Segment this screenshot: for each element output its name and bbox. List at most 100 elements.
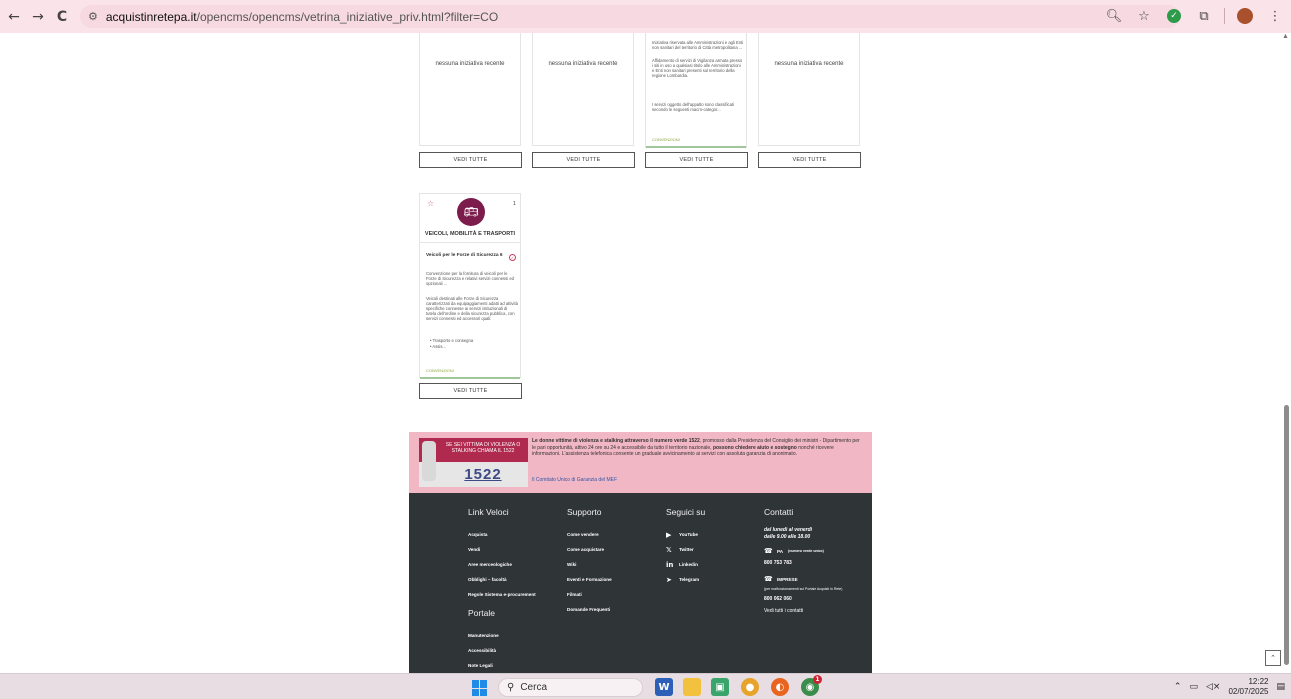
footer-link[interactable]: Acquista [468,527,536,542]
clock-date: 02/07/2025 [1228,687,1269,696]
chrome-profile-icon[interactable]: ◉ 1 [801,675,822,696]
phone-icon: ☎ [764,575,773,583]
footer-link[interactable]: Come acquistare [567,542,612,557]
file-explorer-icon[interactable] [683,678,701,696]
scroll-thumb[interactable] [1284,405,1289,665]
extension-shield-icon[interactable]: ✓ [1164,6,1184,26]
chrome-icon[interactable]: ● [741,678,759,696]
forward-icon[interactable]: → [28,7,48,27]
footer-heading: Seguici su [666,507,706,517]
category-card-veicoli: ☆ 1 🚌︎ VEICOLI, MOBILITÀ E TRASPORTI Vei… [419,193,521,379]
footer-link[interactable]: Wiki [567,557,612,572]
footer-link[interactable]: Accessibilità [468,643,536,658]
footer-heading: Portale [468,608,495,618]
notification-badge: 1 [813,675,822,684]
social-label: Twitter [679,547,694,552]
browser-toolbar: ← → C ⚙ acquistinretepa.it/opencms/openc… [0,0,1291,33]
initiative-count: 1 [513,201,516,207]
windows-start-icon[interactable] [472,680,488,696]
footer-link[interactable]: Come vendere [567,527,612,542]
footer-link[interactable]: Regole Sistema e-procurement [468,587,536,602]
footer-link[interactable]: Vendi [468,542,536,557]
cug-mef-link[interactable]: Il Comitato Unico di Garanzia del MEF [532,477,617,483]
extensions-puzzle-icon[interactable]: ⧉ [1194,6,1214,26]
photos-icon[interactable]: ▣ [711,678,729,696]
page-scrollbar[interactable]: ▲ [1281,33,1291,673]
card-bottom-accent [420,377,520,379]
vedi-tutte-button[interactable]: VEDI TUTTE [532,152,635,168]
vedi-tutte-button[interactable]: VEDI TUTTE [419,152,522,168]
initiative-title[interactable]: Veicoli per le Forze di Sicurezza 6 [426,253,503,258]
helpline-image[interactable]: SE SEI VITTIMA DI VIOLENZA O STALKING CH… [419,438,528,487]
helpline-description: Le donne vittime di violenza e stalking … [532,438,862,458]
system-tray: ⌃ ▭ ◁× 12:22 02/07/2025 ▤ [1174,677,1285,697]
initiative-card-2: nessuna iniziativa recente [532,33,634,146]
social-label: Linkedin [679,562,698,567]
clock-time: 12:22 [1248,677,1269,686]
volume-icon[interactable]: ◁× [1206,682,1220,692]
imprese-label: IMPRESE [777,576,798,582]
footer-heading: Contatti [764,507,794,517]
pa-note: (numero verde unico) [788,549,824,553]
back-icon[interactable]: ← [4,7,24,27]
taskbar-search[interactable]: ⚲ Cerca [498,678,643,697]
social-link-youtube[interactable]: ▶ YouTube [666,527,705,542]
initiative-card-3[interactable]: Iniziativa riservata alle Amministrazion… [645,33,747,148]
social-link-twitter[interactable]: 𝕏 Twitter [666,542,705,557]
footer-link[interactable]: Obblighi – facoltà [468,572,536,587]
card-bottom-accent [646,146,746,148]
divider [420,242,520,243]
address-bar[interactable]: ⚙ acquistinretepa.it/opencms/opencms/vet… [80,5,1180,28]
card-description: Iniziativa riservata alle Amministrazion… [652,40,744,51]
scroll-up-arrow-icon[interactable]: ▲ [1282,33,1289,40]
vedi-tutte-button[interactable]: VEDI TUTTE [758,152,861,168]
pa-phone[interactable]: 800 753 783 [764,560,864,566]
url-path: /opencms/opencms/vetrina_iniziative_priv… [196,9,499,24]
vedi-tutte-button[interactable]: VEDI TUTTE [645,152,748,168]
footer-link[interactable]: Aree merceologiche [468,557,536,572]
footer-heading: Supporto [567,507,602,517]
pa-contact: ☎ PA (numero verde unico) [764,546,864,556]
bullet-item: • Assis... [430,344,446,349]
empty-state-text: nessuna iniziativa recente [774,61,844,67]
linkedin-icon: in [666,560,674,569]
bullet-item: • Trasporto e consegna [430,338,474,343]
helpline-text-bold: Le donne vittime di violenza e stalking … [532,438,700,444]
bullet-text: Assis... [432,344,446,349]
vedi-tutte-button[interactable]: VEDI TUTTE [419,383,522,399]
word-icon[interactable]: W [655,678,673,696]
check-circle-icon: ✓ [509,254,516,261]
zoom-icon[interactable]: 🔍︎ [1104,6,1124,26]
footer-link[interactable]: Domande Frequenti [567,602,612,617]
footer-link[interactable]: Manutenzione [468,628,536,643]
social-label: YouTube [679,532,698,537]
profile-avatar[interactable] [1235,6,1255,26]
bookmark-star-icon[interactable]: ☆ [1134,6,1154,26]
initiative-card-4: nessuna iniziativa recente [758,33,860,146]
card-description: Veicoli destinati alle Forze di Sicurezz… [426,296,518,322]
violence-helpline-banner: SE SEI VITTIMA DI VIOLENZA O STALKING CH… [409,432,872,493]
category-title: VEICOLI, MOBILITÀ E TRASPORTI [424,231,516,237]
imprese-phone[interactable]: 800 062 060 [764,596,864,602]
network-icon[interactable]: ▭ [1189,682,1198,692]
footer-link[interactable]: Filmati [567,587,612,602]
social-link-linkedin[interactable]: in Linkedin [666,557,705,572]
notifications-icon[interactable]: ▤ [1276,682,1285,692]
social-link-telegram[interactable]: ➤ Telegram [666,572,705,587]
favorite-star-icon[interactable]: ☆ [427,199,434,208]
footer-link[interactable]: Eventi e Formazione [567,572,612,587]
toolbar-divider [1224,8,1225,24]
menu-kebab-icon[interactable]: ⋮ [1265,6,1285,26]
tray-chevron-icon[interactable]: ⌃ [1174,682,1182,692]
helpline-number: 1522 [464,466,502,483]
firefox-icon[interactable]: ◐ [771,678,789,696]
site-info-icon[interactable]: ⚙ [88,10,98,23]
back-to-top-button[interactable]: ⌃ [1265,650,1281,666]
footer-link[interactable]: Note Legali [468,658,536,673]
clock[interactable]: 12:22 02/07/2025 [1228,677,1268,697]
all-contacts-link[interactable]: Vedi tutti i contatti [764,608,864,614]
windows-taskbar: ⚲ Cerca W ▣ ● ◐ ◉ 1 ⌃ ▭ ◁× 12:22 02/07/2… [0,673,1291,699]
card-description: Convenzione per la fornitura di veicoli … [426,271,514,287]
imprese-note: (per malfunzionamenti sul Portale Acquis… [764,587,843,591]
reload-icon[interactable]: C [52,7,72,27]
